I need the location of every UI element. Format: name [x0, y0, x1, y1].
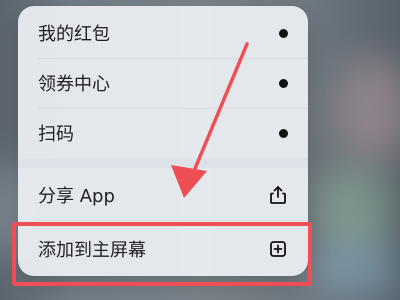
menu-separator [38, 220, 308, 221]
menu-item-my-red-packets[interactable]: 我的红包 [18, 8, 308, 58]
menu-item-coupon-center[interactable]: 领券中心 [18, 58, 308, 108]
menu-item-scan-code[interactable]: 扫码 [18, 108, 308, 158]
menu-section-gap [18, 158, 308, 168]
menu-item-label: 分享 App [38, 186, 115, 207]
dot-icon [279, 28, 288, 38]
highlight-annotation-box [12, 222, 312, 286]
share-icon [268, 185, 288, 205]
dot-icon [279, 78, 288, 88]
background-blur-right-bottom [310, 240, 400, 300]
menu-item-label: 我的红包 [38, 24, 110, 45]
menu-item-label: 领券中心 [38, 74, 110, 95]
menu-item-label: 扫码 [38, 124, 74, 145]
background-blur-right-top [335, 55, 400, 165]
menu-item-share-app[interactable]: 分享 App [18, 170, 308, 220]
dot-icon [279, 128, 288, 138]
